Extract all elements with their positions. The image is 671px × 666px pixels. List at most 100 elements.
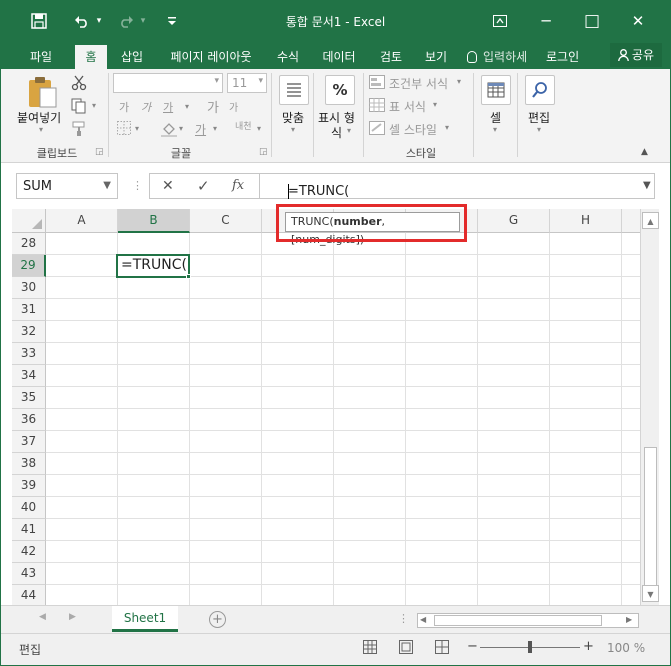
tab-file[interactable]: 파일: [19, 45, 63, 69]
formula-input[interactable]: =TRUNC(: [259, 173, 655, 199]
collapse-ribbon-icon[interactable]: ▲: [641, 147, 648, 157]
row-header[interactable]: 28: [12, 233, 46, 255]
underline-button[interactable]: 가: [163, 99, 173, 115]
column-header[interactable]: G: [478, 209, 550, 233]
select-all-button[interactable]: [12, 209, 46, 233]
tab-home[interactable]: 홈: [75, 45, 107, 69]
minimize-button[interactable]: ─: [531, 1, 561, 41]
row-header[interactable]: 32: [12, 321, 46, 343]
editing-button[interactable]: 편집: [528, 109, 550, 126]
page-layout-view-icon[interactable]: [399, 640, 413, 657]
ribbon-display-icon[interactable]: [485, 1, 515, 41]
row-header[interactable]: 30: [12, 277, 46, 299]
horizontal-scrollbar[interactable]: ◀ ▶: [417, 613, 639, 628]
zoom-out-button[interactable]: −: [467, 639, 478, 654]
column-header[interactable]: [622, 209, 640, 233]
column-header-selected[interactable]: B: [118, 209, 190, 233]
font-grow-button[interactable]: 가: [207, 97, 219, 116]
row-header[interactable]: 38: [12, 453, 46, 475]
zoom-level[interactable]: 100 %: [607, 641, 645, 655]
row-header[interactable]: 35: [12, 387, 46, 409]
sheet-tab-sheet1[interactable]: Sheet1: [112, 606, 178, 632]
row-header[interactable]: 43: [12, 563, 46, 585]
row-header[interactable]: 36: [12, 409, 46, 431]
copy-icon[interactable]: [71, 98, 87, 117]
paste-button[interactable]: 붙여넣기: [17, 109, 61, 126]
tab-page-layout[interactable]: 페이지 레이아웃: [161, 45, 261, 69]
font-launcher-icon[interactable]: ◲: [259, 147, 268, 157]
name-box-dropdown-icon[interactable]: ▼: [103, 180, 111, 191]
row-header[interactable]: 44: [12, 585, 46, 605]
tab-formulas[interactable]: 수식: [271, 45, 305, 69]
number-dropdown-icon[interactable]: ▾: [347, 126, 351, 135]
insert-function-button[interactable]: fx: [232, 178, 244, 193]
row-header[interactable]: 37: [12, 431, 46, 453]
tab-review[interactable]: 검토: [373, 45, 409, 69]
maximize-button[interactable]: □: [575, 1, 609, 41]
zoom-in-button[interactable]: +: [583, 639, 594, 654]
cond-format-dropdown-icon[interactable]: ▾: [457, 77, 461, 86]
copy-dropdown-icon[interactable]: ▾: [92, 101, 96, 110]
fill-color-dropdown-icon[interactable]: ▾: [179, 124, 183, 133]
font-size-combo[interactable]: 11 ▾: [227, 73, 267, 93]
table-format-button[interactable]: 표 서식: [389, 98, 426, 115]
formula-bar-resize-handle[interactable]: ⋮: [132, 179, 143, 192]
align-dropdown-icon[interactable]: ▾: [291, 125, 295, 134]
tab-insert[interactable]: 삽입: [113, 45, 151, 69]
sheet-scroll-right-icon[interactable]: ▶: [69, 612, 76, 622]
share-button[interactable]: 공유: [609, 43, 662, 67]
scroll-left-button[interactable]: ◀: [420, 615, 426, 624]
active-cell-b29[interactable]: =TRUNC(: [116, 254, 190, 278]
conditional-format-button[interactable]: 조건부 서식: [389, 75, 448, 92]
column-header[interactable]: H: [550, 209, 622, 233]
number-format-button-more[interactable]: 식: [331, 124, 342, 141]
tab-view[interactable]: 보기: [419, 45, 453, 69]
bold-button[interactable]: 가: [119, 99, 129, 115]
sheet-scroll-left-icon[interactable]: ◀: [39, 612, 46, 622]
cells-icon[interactable]: [481, 75, 511, 105]
cells-dropdown-icon[interactable]: ▾: [493, 125, 497, 134]
font-color-button[interactable]: 가: [195, 121, 206, 138]
align-button[interactable]: 맞춤: [282, 109, 304, 126]
table-format-dropdown-icon[interactable]: ▾: [433, 100, 437, 109]
cut-icon[interactable]: [71, 75, 87, 94]
cancel-button[interactable]: ✕: [162, 178, 174, 194]
border-dropdown-icon[interactable]: ▾: [135, 124, 139, 133]
worksheet-grid[interactable]: A B C D E F G H 28 29 30 31 32 33 34 35 …: [12, 209, 640, 605]
cell-style-dropdown-icon[interactable]: ▾: [445, 123, 449, 132]
horizontal-scroll-thumb[interactable]: [434, 615, 602, 626]
row-header[interactable]: 31: [12, 299, 46, 321]
italic-button[interactable]: 가: [141, 99, 151, 115]
row-header-selected[interactable]: 29: [12, 255, 46, 277]
number-format-icon[interactable]: %: [325, 75, 355, 105]
editing-dropdown-icon[interactable]: ▾: [537, 125, 541, 134]
border-icon[interactable]: [117, 121, 131, 138]
table-format-icon[interactable]: [369, 98, 385, 115]
row-header[interactable]: 39: [12, 475, 46, 497]
paste-icon[interactable]: [27, 75, 59, 109]
column-header[interactable]: C: [190, 209, 262, 233]
scroll-up-button[interactable]: ▲: [642, 212, 659, 229]
tab-data[interactable]: 데이터: [317, 45, 361, 69]
font-color-dropdown-icon[interactable]: ▾: [213, 124, 217, 133]
name-box[interactable]: SUM ▼: [16, 173, 118, 199]
vertical-scroll-thumb[interactable]: [644, 447, 657, 595]
scroll-down-button[interactable]: ▼: [642, 585, 659, 602]
normal-view-icon[interactable]: [363, 640, 377, 657]
cell-style-button[interactable]: 셀 스타일: [389, 121, 437, 138]
fill-handle[interactable]: [186, 274, 191, 279]
row-header[interactable]: 40: [12, 497, 46, 519]
phonetic-button[interactable]: 내천: [235, 119, 252, 132]
row-header[interactable]: 41: [12, 519, 46, 541]
signin-link[interactable]: 로그인: [546, 45, 579, 69]
row-header[interactable]: 42: [12, 541, 46, 563]
scroll-right-button[interactable]: ▶: [626, 615, 632, 624]
column-header[interactable]: A: [46, 209, 118, 233]
font-name-combo[interactable]: ▾: [113, 73, 223, 93]
vertical-scrollbar[interactable]: ▲ ▼: [640, 209, 659, 605]
conditional-format-icon[interactable]: [369, 75, 385, 92]
tab-split-handle[interactable]: ⋮: [398, 612, 409, 625]
clipboard-launcher-icon[interactable]: ◲: [95, 147, 104, 157]
cell-style-icon[interactable]: [369, 121, 385, 138]
enter-button[interactable]: ✓: [197, 177, 210, 195]
